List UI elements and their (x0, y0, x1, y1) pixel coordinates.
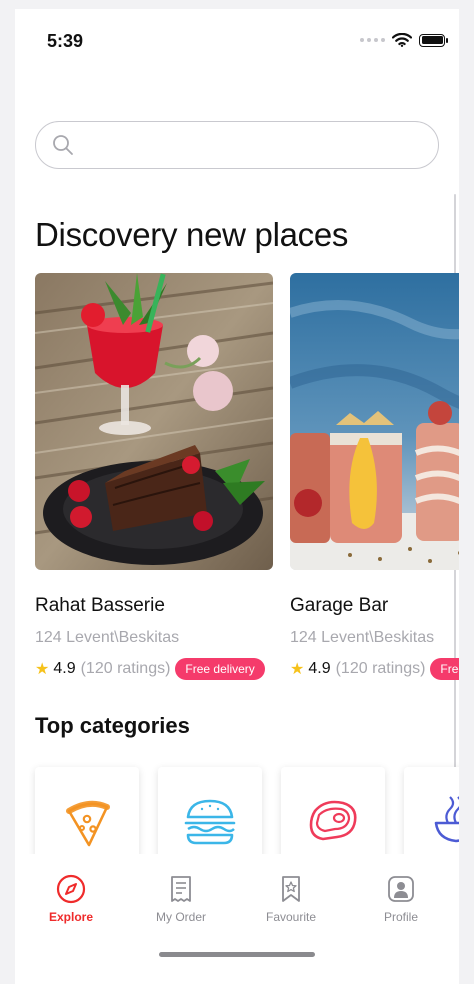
place-ratings-count: (120 ratings) (80, 660, 171, 677)
places-carousel[interactable]: Rahat Basserie 124 Levent\Beskitas ★ 4.9… (35, 273, 459, 693)
place-name[interactable]: Rahat Basserie (35, 595, 165, 617)
tab-label: Profile (383, 910, 418, 924)
place-card[interactable]: Rahat Basserie 124 Levent\Beskitas ★ 4.9… (35, 273, 273, 680)
wifi-icon (392, 33, 412, 47)
tab-label: Favourite (265, 910, 317, 924)
tab-favourite[interactable]: Favourite (243, 874, 339, 924)
place-image[interactable] (290, 273, 459, 570)
tab-bar: Explore My Order Favourite Profile (15, 854, 459, 984)
profile-icon (388, 876, 414, 902)
tab-explore[interactable]: Explore (23, 874, 119, 924)
category-card-noodles[interactable] (404, 767, 459, 857)
burger-icon (184, 799, 236, 845)
battery-icon (419, 33, 448, 47)
tab-label: Explore (48, 910, 93, 924)
compass-icon (56, 874, 86, 904)
category-card-burger[interactable] (158, 767, 262, 857)
categories-title: Top categories (35, 713, 190, 738)
category-card-pizza[interactable] (35, 767, 139, 857)
receipt-icon (171, 876, 191, 902)
app-screen: 5:39 Discovery new places Rahat Basserie… (15, 9, 459, 984)
category-card-steak[interactable] (281, 767, 385, 857)
discovery-title: Discovery new places (35, 216, 349, 253)
place-address: 124 Levent\Beskitas (290, 629, 435, 646)
free-delivery-badge: Free delivery (175, 658, 265, 680)
place-address: 124 Levent\Beskitas (35, 629, 180, 646)
place-rating: 4.9 (308, 660, 331, 677)
home-indicator[interactable] (159, 952, 315, 957)
bookmark-icon (282, 876, 300, 902)
steak-icon (309, 800, 357, 841)
signal-dots-icon (360, 38, 385, 42)
status-bar: 5:39 (15, 9, 459, 73)
place-image[interactable] (35, 273, 273, 570)
place-rating: 4.9 (53, 660, 76, 677)
place-name[interactable]: Garage Bar (290, 595, 388, 617)
place-meta: ★ 4.9 (120 ratings) Free delivery (35, 658, 265, 680)
place-card[interactable]: Garage Bar 124 Levent\Beskitas ★ 4.9 (12… (290, 273, 459, 680)
place-meta: ★ 4.9 (120 ratings) Free delivery (290, 658, 459, 680)
categories-carousel[interactable] (29, 757, 459, 857)
place-ratings-count: (120 ratings) (335, 660, 426, 677)
tab-profile[interactable]: Profile (353, 874, 449, 924)
pizza-icon (66, 800, 110, 847)
search-bar[interactable] (35, 121, 439, 169)
search-input[interactable] (84, 136, 418, 154)
star-icon: ★ (35, 661, 50, 678)
status-time: 5:39 (47, 31, 84, 51)
tab-my-order[interactable]: My Order (133, 874, 229, 924)
status-icons (360, 33, 448, 47)
search-icon (53, 135, 73, 155)
free-delivery-badge: Free delivery (430, 658, 459, 680)
star-icon: ★ (290, 661, 305, 678)
noodles-icon (434, 796, 459, 843)
tab-label: My Order (155, 910, 206, 924)
